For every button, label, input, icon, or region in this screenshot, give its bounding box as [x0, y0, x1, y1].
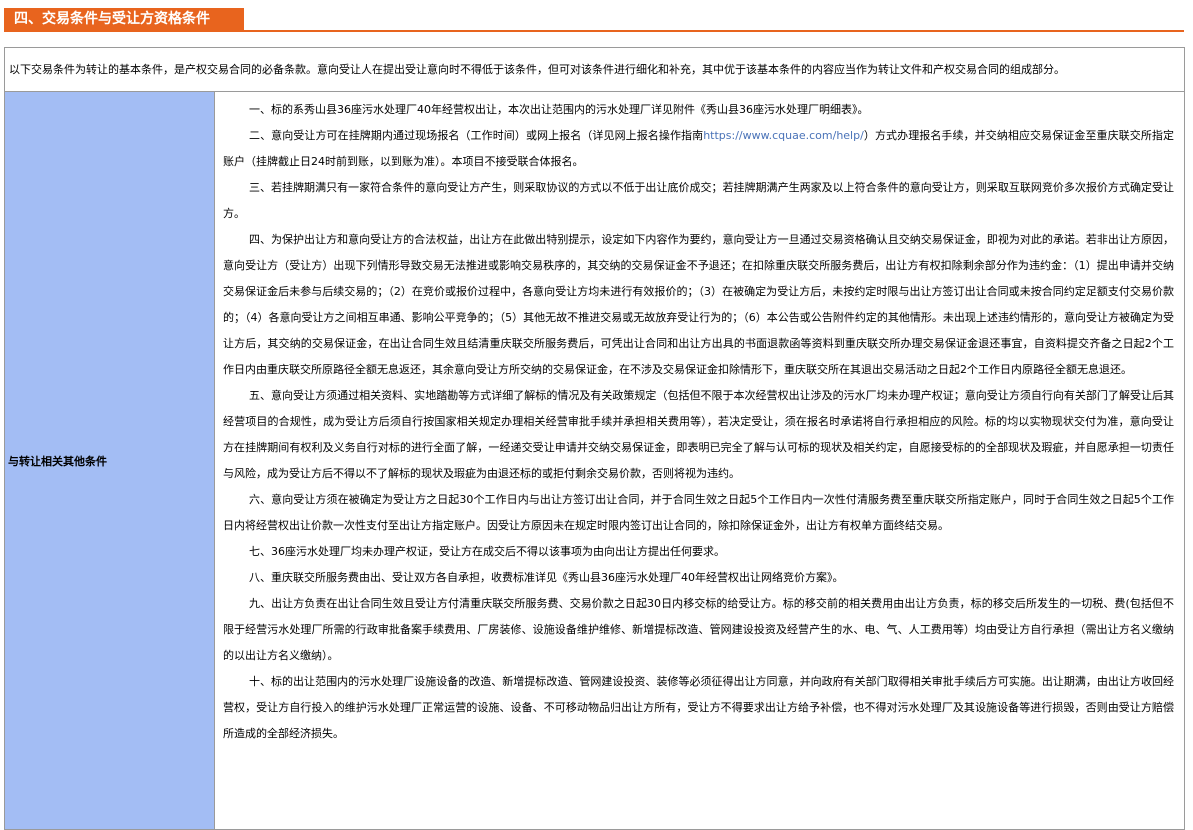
condition-paragraph-6: 六、意向受让方须在被确定为受让方之日起30个工作日内与出让方签订出让合同，并于合…	[223, 493, 1174, 532]
section-title: 四、交易条件与受让方资格条件	[4, 8, 244, 30]
intro-text: 以下交易条件为转让的基本条件，是产权交易合同的必备条款。意向受让人在提出受让意向…	[5, 48, 1184, 92]
condition-paragraph-3: 三、若挂牌期满只有一家符合条件的意向受让方产生，则采取协议的方式以不低于出让底价…	[223, 181, 1174, 220]
conditions-table: 以下交易条件为转让的基本条件，是产权交易合同的必备条款。意向受让人在提出受让意向…	[4, 47, 1185, 830]
condition-paragraph-10: 十、标的出让范围内的污水处理厂设施设备的改造、新增提标改造、管网建设投资、装修等…	[223, 675, 1174, 740]
conditions-content: 一、标的系秀山县36座污水处理厂40年经营权出让，本次出让范围内的污水处理厂详见…	[215, 92, 1184, 829]
condition-paragraph-2: 二、意向受让方可在挂牌期内通过现场报名（工作时间）或网上报名（详见网上报名操作指…	[223, 123, 1174, 175]
row-label-text: 与转让相关其他条件	[8, 454, 107, 468]
condition-paragraph-8: 八、重庆联交所服务费由出、受让双方各自承担，收费标准详见《秀山县36座污水处理厂…	[249, 571, 844, 584]
condition-paragraph-7: 七、36座污水处理厂均未办理产权证，受让方在成交后不得以该事项为由向出让方提出任…	[249, 545, 725, 558]
condition-paragraph-1: 一、标的系秀山县36座污水处理厂40年经营权出让，本次出让范围内的污水处理厂详见…	[249, 103, 869, 116]
condition-paragraph-2-before: 二、意向受让方可在挂牌期内通过现场报名（工作时间）或网上报名（详见网上报名操作指…	[249, 129, 704, 142]
row-label: 与转让相关其他条件	[5, 92, 215, 829]
condition-paragraph-4: 四、为保护出让方和意向受让方的合法权益，出让方在此做出特别提示，设定如下内容作为…	[223, 233, 1174, 376]
condition-paragraph-9: 九、出让方负责在出让合同生效且受让方付清重庆联交所服务费、交易价款之日起30日内…	[223, 597, 1174, 662]
section-header: 四、交易条件与受让方资格条件	[4, 8, 1184, 32]
condition-paragraph-5: 五、意向受让方须通过相关资料、实地踏勘等方式详细了解标的情况及有关政策规定（包括…	[223, 389, 1174, 480]
help-link[interactable]: https://www.cquae.com/help/	[703, 129, 864, 142]
